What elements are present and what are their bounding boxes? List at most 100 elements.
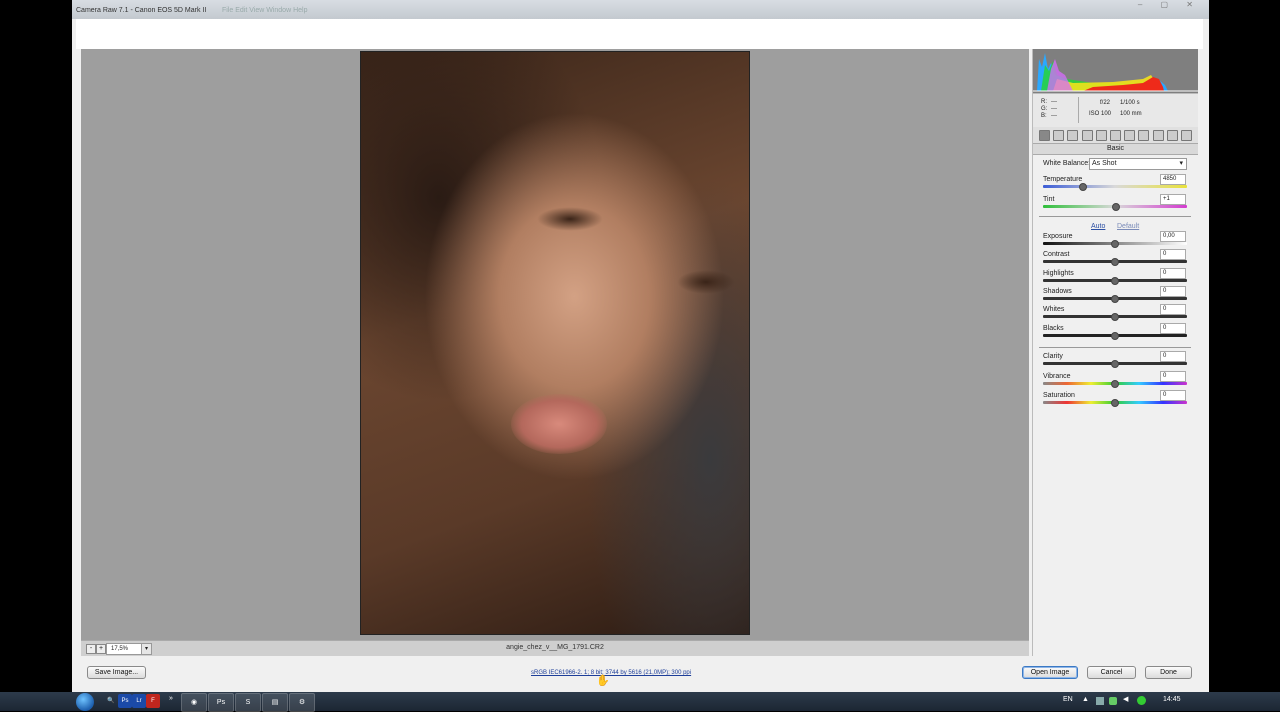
camera-calibration-icon[interactable] bbox=[1152, 130, 1164, 141]
slider-value-field[interactable]: 0 bbox=[1160, 351, 1186, 362]
photoshop-icon[interactable]: Ps bbox=[208, 693, 234, 712]
slider-label: Contrast bbox=[1043, 251, 1070, 259]
basic-icon[interactable] bbox=[1039, 130, 1050, 141]
slider-thumb[interactable] bbox=[1111, 240, 1119, 248]
slider-value-field[interactable]: 0,00 bbox=[1160, 231, 1186, 242]
background-menu: File Edit View Window Help bbox=[222, 7, 308, 14]
slider-thumb[interactable] bbox=[1111, 258, 1119, 267]
tray-app-icon[interactable] bbox=[1109, 697, 1117, 705]
slider-value-field[interactable]: 0 bbox=[1160, 322, 1186, 334]
image-preview-area[interactable] bbox=[81, 49, 1029, 640]
preview-status-bar: - + 17,5% ▾ angie_chez_v__MG_1791.CR2 bbox=[81, 640, 1029, 656]
divider bbox=[1039, 347, 1191, 348]
search-icon[interactable]: 🔍 bbox=[104, 694, 118, 708]
firefox-icon[interactable]: ◉ bbox=[181, 693, 207, 712]
r-label: R: bbox=[1041, 99, 1047, 105]
adjustments-panel: R: --- G: --- B: --- f/22 1/100 s ISO 10… bbox=[1032, 49, 1199, 656]
slider-value-field[interactable]: 4850 bbox=[1160, 174, 1186, 185]
lens-icon[interactable] bbox=[1110, 130, 1121, 141]
white-balance-value: As Shot bbox=[1092, 160, 1117, 167]
histogram-graph bbox=[1033, 49, 1198, 93]
quick-launch-more[interactable]: » bbox=[169, 695, 173, 702]
language-indicator[interactable]: EN bbox=[1063, 696, 1073, 703]
slider-value-field[interactable]: 0 bbox=[1160, 370, 1186, 382]
slider-label: Clarity bbox=[1043, 353, 1063, 360]
tone-curve-icon[interactable] bbox=[1053, 130, 1065, 141]
r-value: --- bbox=[1051, 99, 1057, 105]
slider-label: Whites bbox=[1043, 306, 1065, 314]
title-bar[interactable]: Camera Raw 7.1 - Canon EOS 5D Mark II Fi… bbox=[72, 0, 1209, 19]
slider-value-field[interactable]: 0 bbox=[1160, 304, 1186, 316]
filename-label: angie_chez_v__MG_1791.CR2 bbox=[506, 644, 604, 651]
slider-value-field[interactable]: 0 bbox=[1160, 390, 1186, 401]
flash-icon[interactable]: F bbox=[146, 694, 160, 708]
volume-icon[interactable]: ◀ bbox=[1123, 695, 1128, 703]
focal-length-value: 100 mm bbox=[1120, 111, 1142, 117]
slider-thumb[interactable] bbox=[1111, 313, 1119, 322]
slider-track[interactable] bbox=[1043, 185, 1187, 188]
histogram bbox=[1033, 49, 1198, 93]
slider-value-field[interactable]: +1 bbox=[1160, 194, 1186, 205]
snapshots-icon[interactable] bbox=[1181, 130, 1192, 141]
slider-value-field[interactable]: 0 bbox=[1160, 267, 1186, 279]
effects-icon[interactable] bbox=[1124, 130, 1136, 141]
explorer-icon[interactable]: ▤ bbox=[262, 693, 288, 712]
slider-thumb[interactable] bbox=[1112, 203, 1121, 211]
done-button[interactable]: Done bbox=[1145, 666, 1192, 679]
app-icon[interactable]: ⚙ bbox=[289, 693, 315, 712]
b-label: B: bbox=[1041, 113, 1047, 119]
start-button[interactable] bbox=[76, 693, 94, 711]
slider-value-field[interactable]: 0 bbox=[1160, 285, 1186, 297]
slider-thumb[interactable] bbox=[1111, 379, 1119, 388]
slider-thumb[interactable] bbox=[1111, 399, 1119, 407]
clock[interactable]: 14:45 bbox=[1163, 696, 1181, 703]
white-balance-select[interactable]: As Shot ▾ bbox=[1089, 158, 1187, 170]
divider bbox=[1039, 216, 1191, 217]
show-hidden-icons[interactable]: ▲ bbox=[1082, 696, 1089, 703]
open-image-button[interactable]: Open Image bbox=[1022, 666, 1078, 679]
rgb-exif-info: R: --- G: --- B: --- f/22 1/100 s ISO 10… bbox=[1033, 93, 1198, 129]
slider-thumb[interactable] bbox=[1111, 331, 1119, 340]
basic-panel-header: Basic bbox=[1033, 143, 1198, 155]
g-value: --- bbox=[1051, 106, 1057, 112]
slider-thumb[interactable] bbox=[1079, 183, 1088, 191]
camera-raw-window: Camera Raw 7.1 - Canon EOS 5D Mark II Fi… bbox=[72, 0, 1209, 692]
toolbar-area bbox=[76, 19, 1203, 49]
slider-label: Shadows bbox=[1043, 287, 1072, 295]
hsl-icon[interactable] bbox=[1081, 130, 1093, 141]
slider-thumb[interactable] bbox=[1111, 360, 1119, 368]
workflow-options-link[interactable]: sRGB IEC61966-2. 1; 8 bit; 3744 by 5616 … bbox=[531, 670, 691, 676]
detail-icon[interactable] bbox=[1067, 130, 1079, 141]
window-controls[interactable]: – ▢ ✕ bbox=[1138, 0, 1201, 9]
mouse-cursor-icon: ✋ bbox=[596, 675, 610, 687]
slider-label: Vibrance bbox=[1043, 372, 1071, 380]
slider-label: Exposure bbox=[1043, 233, 1073, 240]
iso-value: ISO 100 bbox=[1089, 111, 1112, 117]
chevron-down-icon: ▾ bbox=[1179, 160, 1183, 167]
slider-label: Highlights bbox=[1043, 269, 1074, 277]
photo-eye-shadow bbox=[537, 207, 603, 231]
auto-link[interactable]: Auto bbox=[1091, 223, 1105, 230]
skype-icon[interactable]: S bbox=[235, 693, 261, 712]
default-link[interactable]: Default bbox=[1117, 223, 1139, 230]
slider-label: Saturation bbox=[1043, 392, 1075, 399]
slider-thumb[interactable] bbox=[1111, 276, 1119, 285]
lr-icon[interactable]: Lr bbox=[132, 694, 146, 708]
ps-icon[interactable]: Ps bbox=[118, 694, 132, 708]
slider-label: Temperature bbox=[1043, 176, 1083, 183]
cancel-button[interactable]: Cancel bbox=[1087, 666, 1136, 679]
split-tone-icon[interactable] bbox=[1095, 130, 1107, 141]
save-image-button[interactable]: Save Image... bbox=[87, 666, 146, 679]
windows-taskbar: 🔍 Ps Lr F » ◉ Ps S ▤ ⚙ EN ▲ ◀ 14:45 bbox=[0, 692, 1280, 712]
panel-tabs-toolbar bbox=[1033, 127, 1198, 143]
network-icon[interactable] bbox=[1096, 697, 1104, 705]
status-icon[interactable] bbox=[1137, 696, 1146, 705]
portrait-photo[interactable] bbox=[360, 51, 750, 635]
presets-icon[interactable] bbox=[1166, 130, 1178, 141]
photo-eye-shadow bbox=[677, 270, 735, 294]
slider-thumb[interactable] bbox=[1111, 294, 1119, 303]
slider-value-field[interactable]: 0 bbox=[1160, 249, 1186, 261]
fx-icon[interactable] bbox=[1138, 130, 1150, 141]
window-title: Camera Raw 7.1 - Canon EOS 5D Mark II bbox=[76, 7, 207, 14]
aperture-value: f/22 bbox=[1100, 100, 1111, 106]
